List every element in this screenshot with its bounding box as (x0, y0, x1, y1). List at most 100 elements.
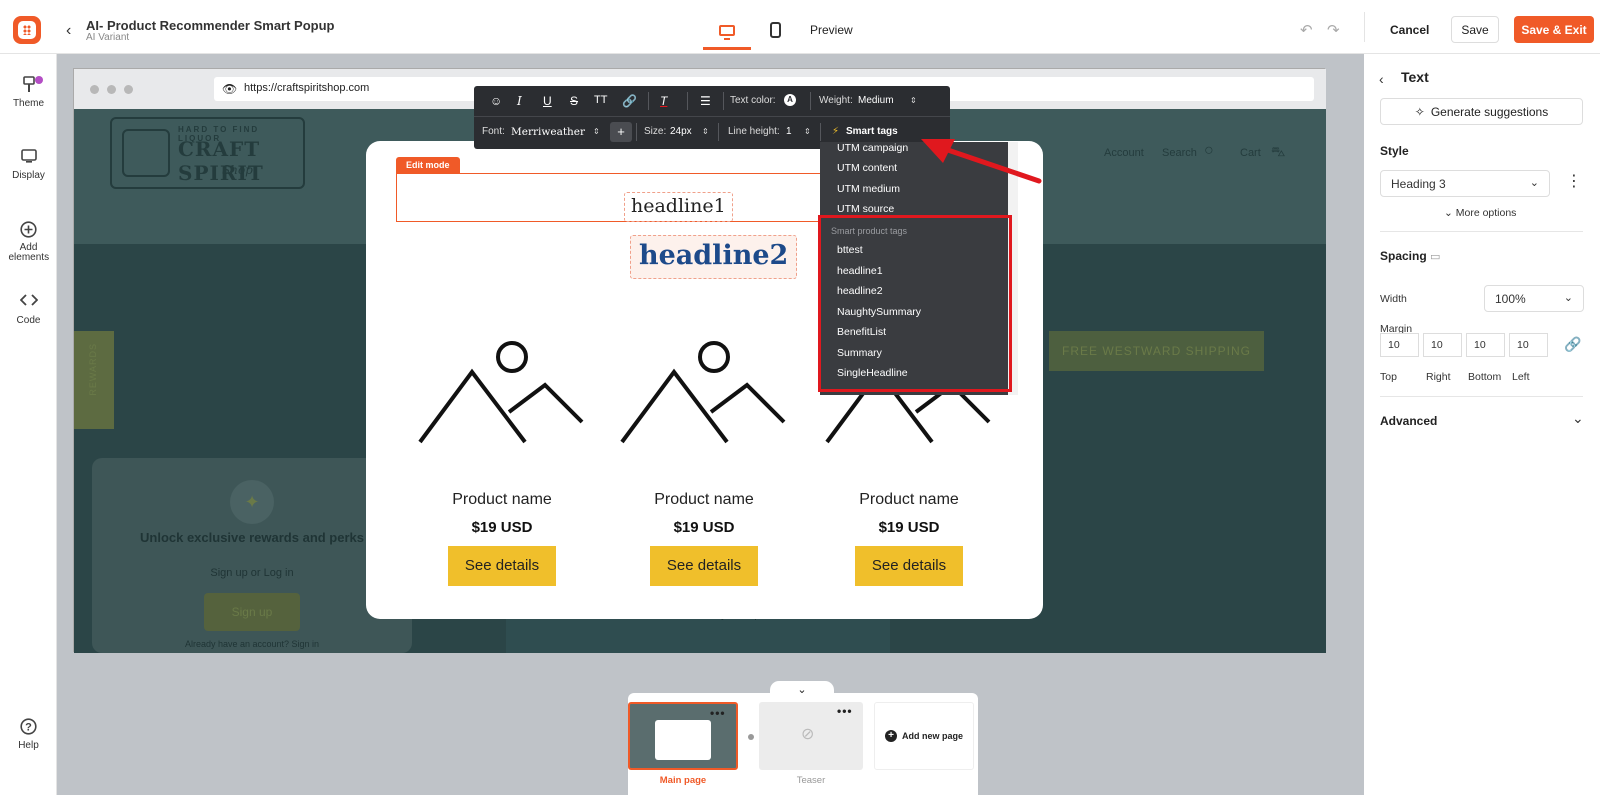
font-updown-icon[interactable]: ⇕ (593, 127, 600, 136)
weight-label: Weight: (819, 95, 853, 106)
page-label-main: Main page (659, 775, 707, 786)
undo-icon[interactable]: ↶ (1300, 21, 1313, 39)
add-new-page-button[interactable]: + Add new page (874, 702, 974, 770)
plus-circle-icon (20, 221, 38, 239)
more-options-toggle[interactable]: ⌄ More options (1444, 207, 1516, 219)
line-height-updown-icon[interactable]: ⇕ (804, 127, 811, 136)
product-card: Product name $19 USD See details (417, 337, 587, 586)
smart-tag-option[interactable]: UTM campaign (837, 142, 908, 154)
chevron-down-icon[interactable]: ⌄ (1572, 410, 1584, 427)
see-details-button[interactable]: See details (448, 546, 556, 586)
size-select[interactable]: 24px (670, 126, 692, 137)
lightning-icon: ⚡ (832, 126, 840, 137)
link-icon[interactable]: 🔗 (622, 94, 637, 108)
link-margins-icon[interactable]: 🔗 (1564, 336, 1581, 353)
save-and-exit-button[interactable]: Save & Exit (1514, 16, 1594, 43)
underline-icon[interactable]: U (543, 94, 552, 108)
cancel-button[interactable]: Cancel (1390, 23, 1429, 37)
chevron-down-icon: ⌄ (1563, 292, 1573, 304)
rail-item-help[interactable]: ? Help (0, 718, 57, 751)
smart-tag-option[interactable]: UTM source (837, 203, 894, 215)
style-select[interactable]: Heading 3 ⌄ (1380, 170, 1550, 197)
product-name: Product name (654, 491, 754, 508)
strikethrough-icon[interactable]: S (570, 94, 578, 108)
margin-left-input[interactable]: 10 (1509, 333, 1548, 357)
toolbar-separator (687, 92, 688, 110)
rail-item-code[interactable]: Code (0, 293, 57, 326)
free-shipping-banner: FREE WESTWARD SHIPPING (1049, 331, 1264, 371)
mobile-view-icon[interactable] (764, 20, 786, 40)
add-font-button[interactable]: + (610, 122, 632, 142)
search-icon: ○ (1204, 142, 1214, 159)
emoji-icon[interactable]: ☺ (490, 94, 502, 108)
smart-tag-option[interactable]: UTM medium (837, 183, 900, 195)
rewards-footer: Already have an account? Sign in (184, 639, 320, 649)
page-menu-icon[interactable]: ••• (837, 704, 853, 718)
toolbar-separator (636, 123, 637, 141)
margin-bottom-input[interactable]: 10 (1466, 333, 1505, 357)
rail-item-display[interactable]: Display (0, 148, 57, 181)
page-thumb-main[interactable]: ••• (628, 702, 738, 770)
rail-item-theme[interactable]: Theme (0, 76, 57, 109)
text-color-picker[interactable]: A (784, 94, 796, 106)
text-color-label: Text color: (730, 95, 776, 106)
logo-shop: Shop (222, 163, 253, 177)
redo-icon[interactable]: ↷ (1327, 21, 1340, 39)
advanced-section-toggle[interactable]: Advanced (1380, 414, 1437, 428)
rewards-side-tab-label: REWARDS (88, 343, 98, 396)
line-height-label: Line height: (728, 126, 780, 137)
page-menu-icon[interactable]: ••• (710, 706, 726, 720)
panel-back-chevron-icon[interactable]: ‹ (1379, 71, 1384, 87)
rail-item-add-elements[interactable]: Add elements (0, 221, 57, 263)
chevron-down-icon: ⌄ (1529, 177, 1539, 189)
margin-top-input[interactable]: 10 (1380, 333, 1419, 357)
rail-label-help: Help (18, 740, 39, 751)
italic-icon[interactable]: I (517, 94, 522, 108)
toolbar-separator (820, 123, 821, 141)
product-price: $19 USD (878, 519, 940, 536)
text-color-swatch-icon: A (784, 94, 796, 106)
smart-tag-option[interactable]: UTM content (837, 162, 897, 174)
headline1-tag[interactable]: headline1 (624, 192, 733, 222)
plus-circle-icon: + (884, 730, 897, 742)
style-more-icon[interactable]: ⋮ (1566, 171, 1582, 191)
window-dot (90, 85, 99, 94)
size-updown-icon[interactable]: ⇕ (702, 127, 709, 136)
weight-select[interactable]: Medium (858, 95, 894, 106)
code-icon (19, 293, 38, 311)
page-thumb-teaser[interactable]: ⊘ ••• (759, 702, 863, 770)
rail-label-code: Code (16, 315, 41, 326)
headline2-tag[interactable]: headline2 (630, 235, 798, 279)
see-details-button[interactable]: See details (855, 546, 963, 586)
panel-title: Text (1401, 69, 1429, 85)
font-select[interactable]: Merriweather (511, 126, 585, 138)
see-details-button[interactable]: See details (650, 546, 758, 586)
app-logo-icon[interactable] (13, 16, 41, 44)
generate-suggestions-button[interactable]: ✧ Generate suggestions (1380, 98, 1583, 125)
clear-format-icon[interactable]: T (660, 94, 667, 108)
margin-right-input[interactable]: 10 (1423, 333, 1462, 357)
panel-divider (1380, 231, 1583, 232)
back-chevron-icon[interactable]: ‹ (66, 22, 71, 40)
preview-button[interactable]: Preview (810, 23, 853, 37)
line-height-select[interactable]: 1 (786, 126, 792, 137)
more-options-label: More options (1455, 207, 1517, 219)
logo-name: CRAFT SPIRIT (178, 137, 264, 185)
text-format-toolbar: ☺ I U S TT 🔗 T ☰ Text color: A Weight: M… (474, 86, 950, 149)
save-button[interactable]: Save (1451, 16, 1499, 43)
monitor-icon (20, 148, 38, 166)
text-case-icon[interactable]: TT (594, 94, 607, 106)
weight-updown-icon[interactable]: ⇕ (910, 96, 917, 105)
toolbar-separator (648, 92, 649, 110)
desktop-view-icon[interactable] (716, 20, 738, 40)
product-name: Product name (859, 491, 959, 508)
top-bar: ‹ AI- Product Recommender Smart Popup AI… (0, 0, 1600, 54)
align-icon[interactable]: ☰ (700, 94, 711, 108)
toolbar-separator (723, 92, 724, 110)
left-rail: Theme Display Add elements Code ? Help (0, 54, 57, 795)
rewards-signup-button: Sign up (204, 593, 300, 631)
rail-label-display: Display (12, 170, 45, 181)
product-price: $19 USD (471, 519, 533, 536)
width-select[interactable]: 100% ⌄ (1484, 285, 1584, 312)
smart-tags-button[interactable]: Smart tags (846, 126, 898, 137)
